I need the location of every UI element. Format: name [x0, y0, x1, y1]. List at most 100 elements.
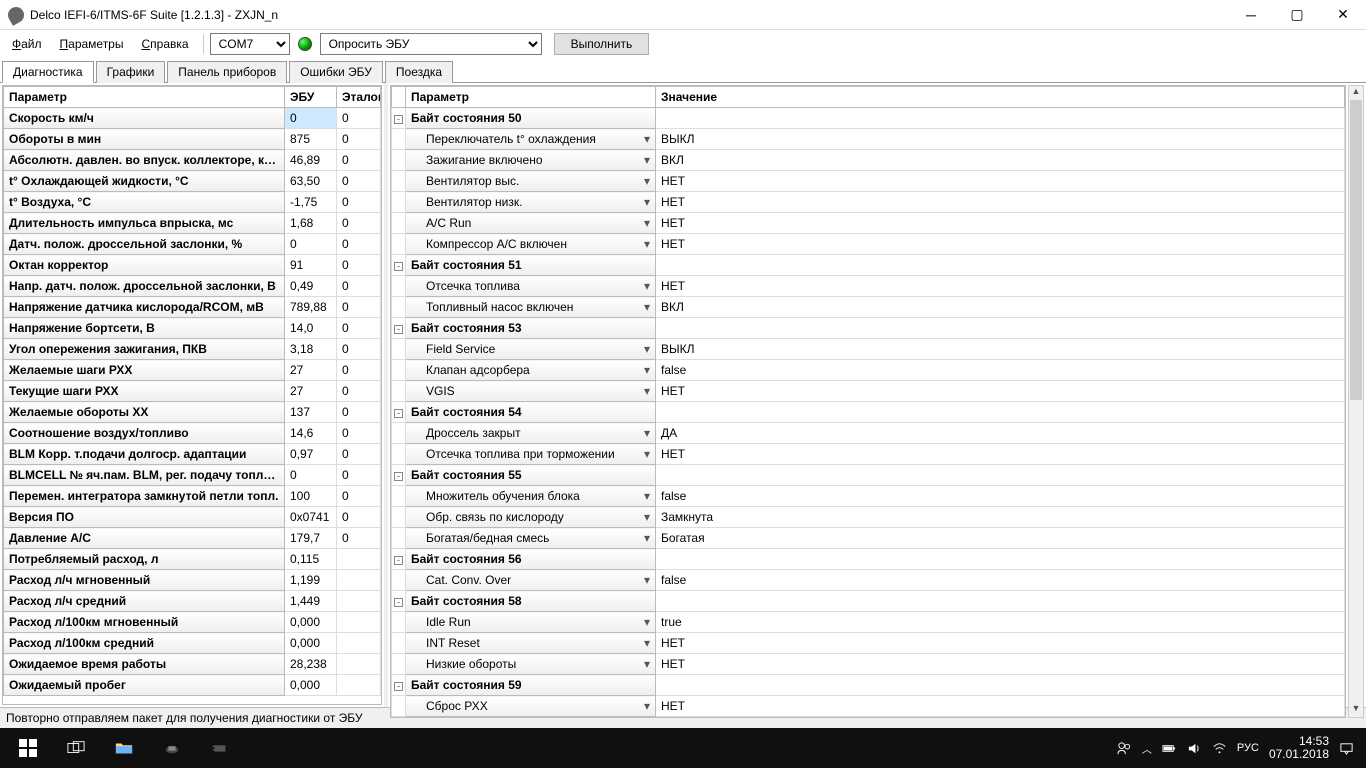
right-row[interactable]: Field Service ▾ВЫКЛ	[392, 339, 1345, 360]
ref-cell[interactable]	[337, 633, 381, 654]
right-row[interactable]: -Байт состояния 59	[392, 675, 1345, 696]
param-cell[interactable]: Расход л/100км средний	[4, 633, 285, 654]
tree-toggle-icon[interactable]: -	[394, 472, 403, 481]
explorer-taskbar-button[interactable]	[100, 728, 148, 768]
status-value-cell[interactable]: false	[656, 360, 1345, 381]
value-cell[interactable]: 179,7	[285, 528, 337, 549]
ref-cell[interactable]	[337, 612, 381, 633]
ref-cell[interactable]: 0	[337, 234, 381, 255]
tree-toggle-icon[interactable]: -	[394, 325, 403, 334]
value-cell[interactable]: 137	[285, 402, 337, 423]
ref-cell[interactable]: 0	[337, 318, 381, 339]
left-row[interactable]: Соотношение воздух/топливо14,60	[4, 423, 381, 444]
left-row[interactable]: Перемен. интегратора замкнутой петли топ…	[4, 486, 381, 507]
value-cell[interactable]: 63,50	[285, 171, 337, 192]
status-param-cell[interactable]: Байт состояния 59	[406, 675, 656, 696]
status-value-cell[interactable]: ВЫКЛ	[656, 129, 1345, 150]
param-cell[interactable]: Напр. датч. полож. дроссельной заслонки,…	[4, 276, 285, 297]
right-row[interactable]: Топливный насос включен ▾ВКЛ	[392, 297, 1345, 318]
menu-help[interactable]: Справка	[133, 33, 196, 55]
status-param-cell[interactable]: A/C Run ▾	[406, 213, 656, 234]
right-row[interactable]: Вентилятор низк. ▾НЕТ	[392, 192, 1345, 213]
right-row[interactable]: Сброс РХХ ▾НЕТ	[392, 696, 1345, 717]
left-row[interactable]: Скорость км/ч00	[4, 108, 381, 129]
status-param-cell[interactable]: Переключатель t° охлаждения ▾	[406, 129, 656, 150]
tree-spacer[interactable]	[392, 612, 406, 633]
ref-cell[interactable]	[337, 675, 381, 696]
param-cell[interactable]: Скорость км/ч	[4, 108, 285, 129]
left-grid[interactable]: ПараметрЭБУЭталон Скорость км/ч00Обороты…	[2, 85, 382, 705]
param-cell[interactable]: Напряжение бортсети, В	[4, 318, 285, 339]
value-cell[interactable]: 14,6	[285, 423, 337, 444]
tree-spacer[interactable]	[392, 150, 406, 171]
status-param-cell[interactable]: VGIS ▾	[406, 381, 656, 402]
left-row[interactable]: Потребляемый расход, л0,115	[4, 549, 381, 570]
tree-spacer[interactable]	[392, 528, 406, 549]
status-value-cell[interactable]: НЕТ	[656, 213, 1345, 234]
value-cell[interactable]: 1,449	[285, 591, 337, 612]
tree-spacer[interactable]	[392, 171, 406, 192]
left-row[interactable]: Напряжение датчика кислорода/RCOM, мВ789…	[4, 297, 381, 318]
status-value-cell[interactable]: НЕТ	[656, 696, 1345, 717]
status-value-cell[interactable]: НЕТ	[656, 171, 1345, 192]
tab-4[interactable]: Поездка	[385, 61, 453, 83]
tree-toggle-icon[interactable]: -	[394, 556, 403, 565]
ref-cell[interactable]: 0	[337, 129, 381, 150]
status-param-cell[interactable]: Отсечка топлива при торможении ▾	[406, 444, 656, 465]
status-value-cell[interactable]: НЕТ	[656, 381, 1345, 402]
param-cell[interactable]: Ожидаемый пробег	[4, 675, 285, 696]
right-row[interactable]: Отсечка топлива при торможении ▾НЕТ	[392, 444, 1345, 465]
status-param-cell[interactable]: Вентилятор низк. ▾	[406, 192, 656, 213]
right-row[interactable]: Богатая/бедная смесь ▾Богатая	[392, 528, 1345, 549]
tree-toggle-icon[interactable]: -	[394, 115, 403, 124]
value-cell[interactable]: 0x0741	[285, 507, 337, 528]
param-cell[interactable]: t° Воздуха, °С	[4, 192, 285, 213]
tree-spacer[interactable]	[392, 423, 406, 444]
value-cell[interactable]: 27	[285, 360, 337, 381]
status-param-cell[interactable]: Байт состояния 53	[406, 318, 656, 339]
taskview-button[interactable]	[52, 728, 100, 768]
right-row[interactable]: -Байт состояния 50	[392, 108, 1345, 129]
left-row[interactable]: Напряжение бортсети, В14,00	[4, 318, 381, 339]
status-param-cell[interactable]: Множитель обучения блока ▾	[406, 486, 656, 507]
right-row[interactable]: A/C Run ▾НЕТ	[392, 213, 1345, 234]
status-param-cell[interactable]: Отсечка топлива ▾	[406, 276, 656, 297]
status-value-cell[interactable]	[656, 675, 1345, 696]
status-param-cell[interactable]: Клапан адсорбера ▾	[406, 360, 656, 381]
status-value-cell[interactable]: false	[656, 570, 1345, 591]
ref-cell[interactable]: 0	[337, 192, 381, 213]
ref-cell[interactable]	[337, 654, 381, 675]
param-cell[interactable]: Угол опережения зажигания, ПКВ	[4, 339, 285, 360]
ref-cell[interactable]	[337, 591, 381, 612]
ref-cell[interactable]: 0	[337, 444, 381, 465]
scroll-down-icon[interactable]: ▼	[1349, 703, 1363, 717]
value-cell[interactable]: -1,75	[285, 192, 337, 213]
left-row[interactable]: Расход л/ч средний1,449	[4, 591, 381, 612]
status-value-cell[interactable]	[656, 591, 1345, 612]
ref-cell[interactable]: 0	[337, 486, 381, 507]
status-param-cell[interactable]: Сброс РХХ ▾	[406, 696, 656, 717]
close-button[interactable]: ✕	[1320, 0, 1366, 30]
left-row[interactable]: Ожидаемый пробег0,000	[4, 675, 381, 696]
ref-cell[interactable]: 0	[337, 339, 381, 360]
battery-icon[interactable]	[1162, 741, 1177, 756]
tray-chevron-icon[interactable]: ︿	[1142, 741, 1152, 756]
status-param-cell[interactable]: Байт состояния 51	[406, 255, 656, 276]
left-row[interactable]: Угол опережения зажигания, ПКВ3,180	[4, 339, 381, 360]
tree-spacer[interactable]	[392, 486, 406, 507]
ref-cell[interactable]	[337, 570, 381, 591]
left-row[interactable]: Ожидаемое время работы28,238	[4, 654, 381, 675]
left-row[interactable]: Октан корректор910	[4, 255, 381, 276]
right-row[interactable]: -Байт состояния 55	[392, 465, 1345, 486]
ref-cell[interactable]: 0	[337, 465, 381, 486]
left-row[interactable]: Версия ПО0x07410	[4, 507, 381, 528]
status-param-cell[interactable]: Байт состояния 56	[406, 549, 656, 570]
value-cell[interactable]: 0,49	[285, 276, 337, 297]
status-param-cell[interactable]: Байт состояния 58	[406, 591, 656, 612]
status-value-cell[interactable]: НЕТ	[656, 444, 1345, 465]
status-value-cell[interactable]: НЕТ	[656, 633, 1345, 654]
ref-cell[interactable]: 0	[337, 255, 381, 276]
status-value-cell[interactable]: НЕТ	[656, 276, 1345, 297]
value-cell[interactable]: 0,000	[285, 612, 337, 633]
right-row[interactable]: Обр. связь по кислороду ▾Замкнута	[392, 507, 1345, 528]
